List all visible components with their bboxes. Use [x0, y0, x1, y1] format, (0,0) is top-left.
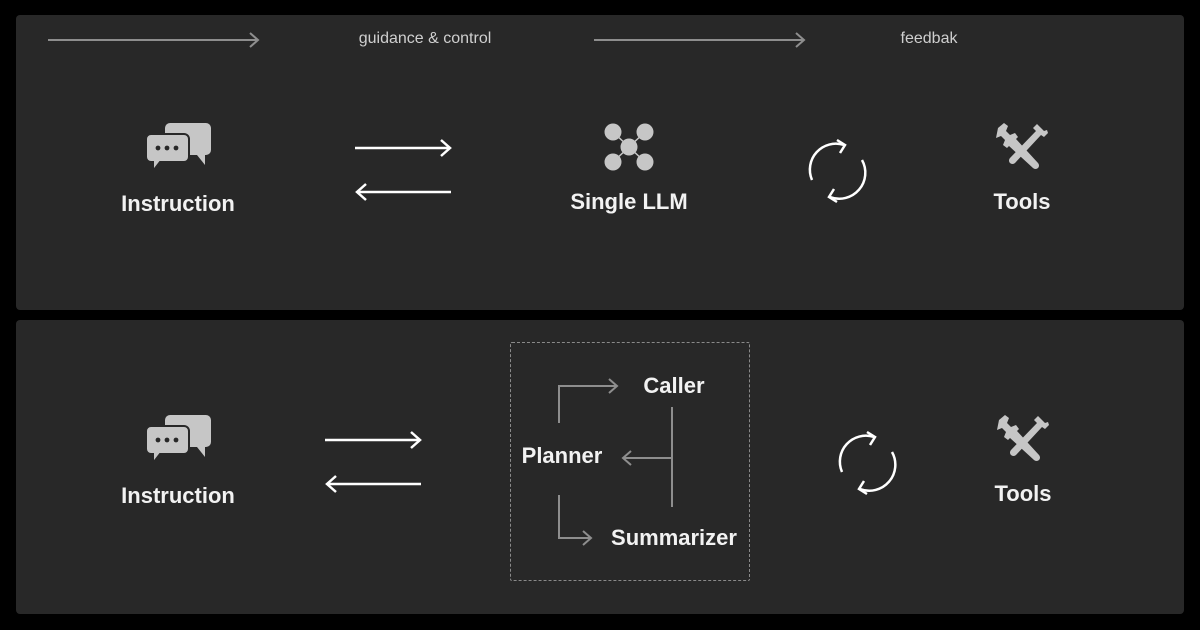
planner-label: Planner [521, 443, 603, 468]
chat-bubbles-icon [145, 415, 211, 466]
tools-label: Tools [994, 481, 1052, 506]
chat-bubbles-icon [145, 123, 211, 174]
planner-to-caller-arrow-icon [558, 378, 619, 423]
instruction-label: Instruction [121, 191, 235, 216]
llm-network-icon [604, 123, 654, 171]
feedback-to-planner-arrow-icon [621, 407, 673, 507]
tools-icon [996, 123, 1048, 170]
feedback-cycle-icon [838, 430, 897, 496]
response-arrow-icon [355, 183, 451, 201]
feedback-arrow-legend-icon [594, 32, 806, 48]
request-arrow-icon [325, 431, 422, 449]
caller-label: Caller [643, 373, 705, 398]
response-arrow-icon [325, 475, 421, 493]
tools-label: Tools [993, 189, 1051, 214]
guidance-legend-label: guidance & control [358, 30, 492, 47]
single-llm-label: Single LLM [570, 189, 688, 214]
feedback-legend-label: feedbak [900, 30, 958, 47]
instruction-label: Instruction [121, 483, 235, 508]
planner-to-summarizer-arrow-icon [558, 495, 593, 546]
feedback-cycle-icon [808, 138, 867, 204]
request-arrow-icon [355, 139, 452, 157]
summarizer-label: Summarizer [611, 525, 737, 550]
tools-icon [997, 415, 1049, 462]
guidance-arrow-legend-icon [48, 32, 260, 48]
